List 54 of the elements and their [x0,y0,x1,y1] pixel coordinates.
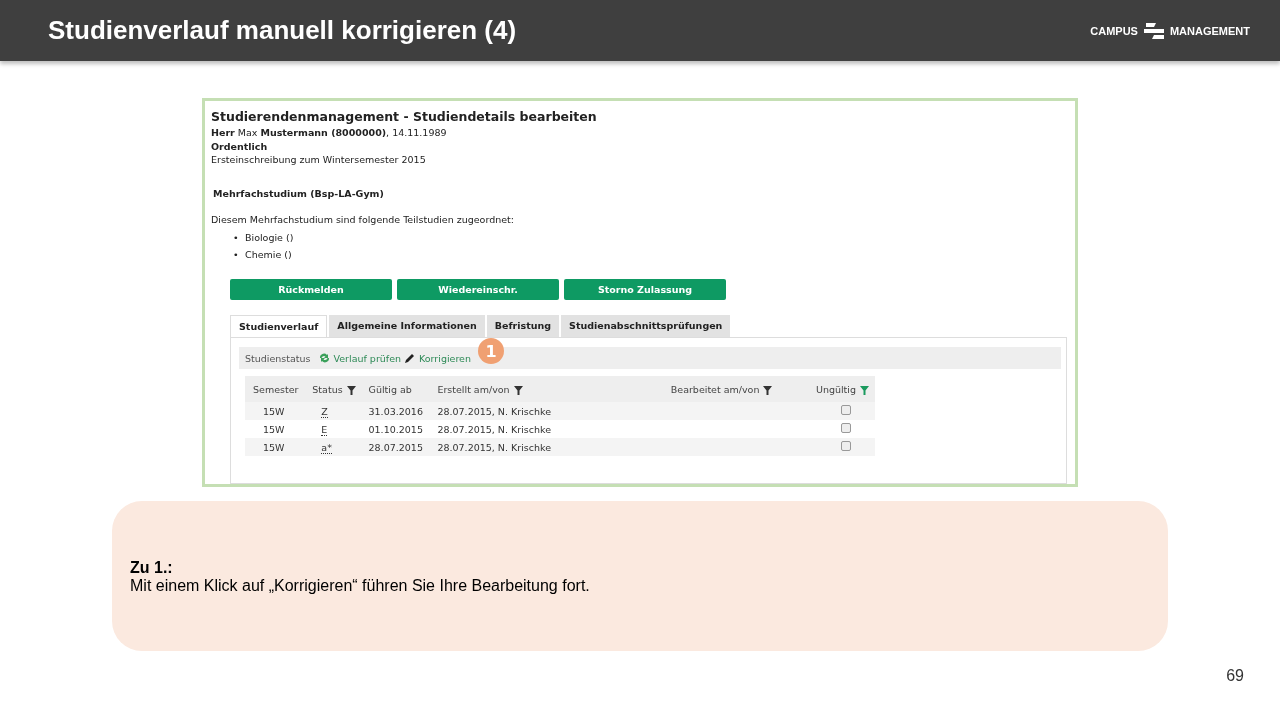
filter-icon[interactable] [346,385,356,395]
logo-text: CAMPUS [1090,24,1138,37]
table-cell: 01.10.2015 [368,423,423,435]
slide-title: Studienverlauf manuell korrigieren (4) [48,15,517,46]
column-header: Status [312,383,343,395]
table-cell: 31.03.2016 [368,405,423,417]
table-cell: 15W [263,423,285,435]
edit-link[interactable]: Korrigieren [419,352,471,364]
bullet: • [233,231,240,245]
logo-text: MANAGEMENT [1169,24,1250,37]
check-link[interactable]: Verlauf prüfen [333,352,402,364]
filter-icon[interactable] [513,385,523,395]
column-header: Gültig ab [368,383,412,395]
table-cell: 28.07.2015 [368,441,423,453]
checkbox[interactable] [841,423,851,433]
table-cell: 28.07.2015, N. Krischke [437,441,551,453]
status-code: E [321,423,328,436]
column-header: Semester [253,383,299,395]
checkbox[interactable] [841,441,851,451]
table-cell: 28.07.2015, N. Krischke [437,423,551,435]
status-code: Z [321,405,328,418]
note-title: Zu 1.: [130,559,174,577]
program-heading: Mehrfachstudium (Bsp-LA-Gym) [213,187,384,199]
status-text: Ordentlich [211,139,268,153]
table-cell: 28.07.2015, N. Krischke [437,405,551,417]
column-header: Ungültig [815,383,856,395]
status-code: a* [321,441,332,454]
person-line: Herr Max Mustermann (8000000), 14.11.1989 [211,126,447,140]
checkbox[interactable] [841,405,851,415]
bullet: • [233,248,240,262]
enrollment-text: Ersteinschreibung zum Wintersemester 2015 [211,153,426,167]
subject-item: Biologie () [245,231,294,245]
toolbar-label: Studienstatus [245,352,311,364]
table-cell: 15W [263,441,285,453]
tab[interactable]: Befristung [486,315,560,337]
subject-item: Chemie () [245,248,292,262]
page-number: 69 [1226,667,1244,685]
action-button[interactable]: Rückmelden [230,279,392,300]
action-button[interactable]: Storno Zulassung [564,279,726,300]
filter-icon[interactable] [763,385,773,395]
intro-text: Diesem Mehrfachstudium sind folgende Teilstudien zugeordnet: [211,212,514,226]
arrows-icon [317,352,331,364]
column-header: Bearbeitet am/von [670,383,760,395]
tab[interactable]: Studienabschnittsprüfungen [561,315,731,337]
tab[interactable]: Studienverlauf [230,315,328,337]
table-cell: 15W [263,405,285,417]
action-button[interactable]: Wiedereinschr. [397,279,559,300]
column-header: Erstellt am/von [437,383,510,395]
note-text: Mit einem Klick auf „Korrigieren“ führen Sie Ihre Bearbeitung fort. [130,577,591,595]
pencil-icon [404,352,417,364]
page-heading: Studierendenmanagement - Studiendetails bearbeiten [211,109,597,124]
tab[interactable]: Allgemeine Informationen [329,315,485,337]
logo-icon [1141,22,1166,39]
step-badge: 1 [478,338,504,364]
